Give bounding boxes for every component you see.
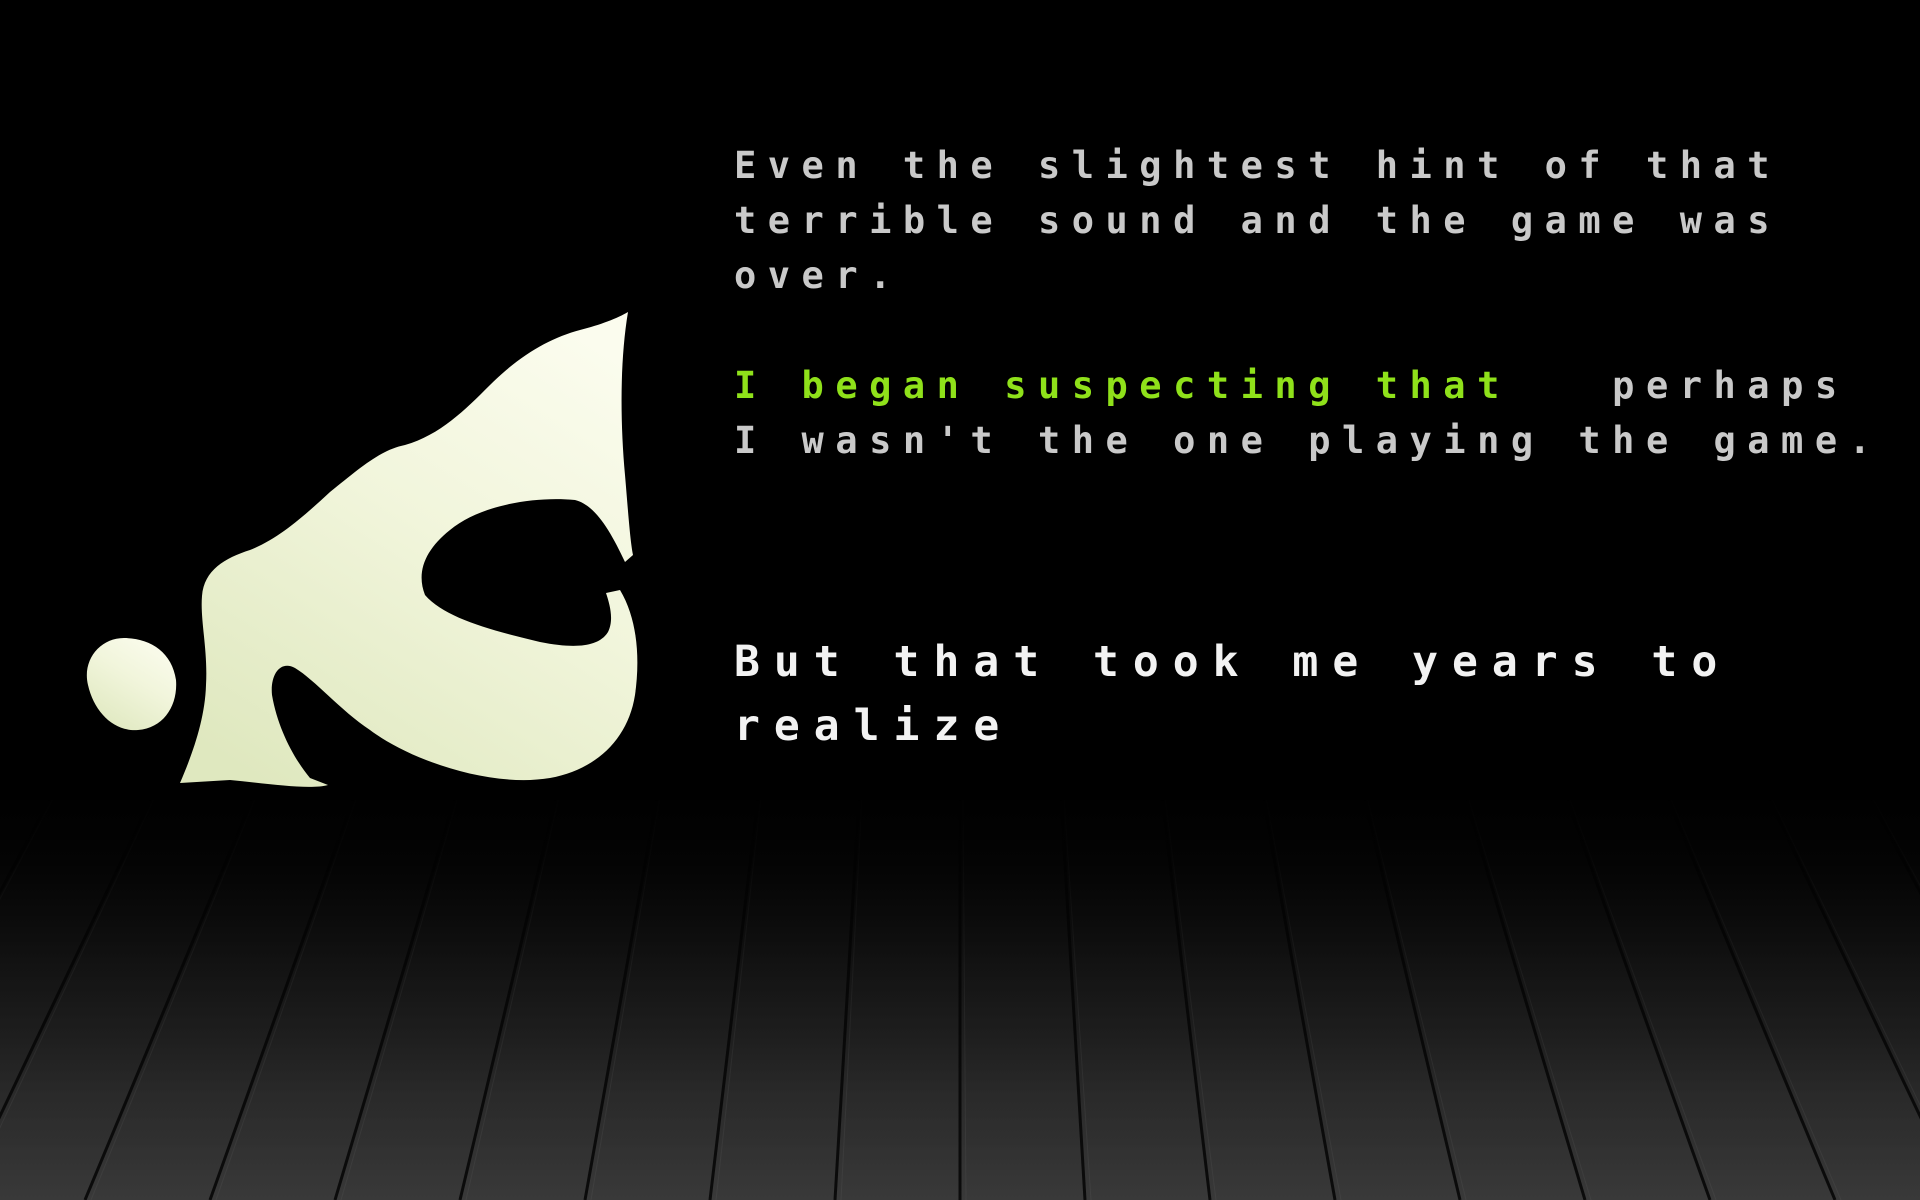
glyph-body [180, 312, 638, 787]
game-scene: Even the slightest hint of that terrible… [0, 0, 1920, 1200]
narration-paragraph-3: But that took me years to realize [734, 637, 1772, 751]
glowing-glyph-icon [86, 312, 638, 787]
glyph-dot [86, 638, 177, 731]
narration-paragraph-1: Even the slightest hint of that terrible… [734, 144, 1815, 297]
narration-paragraph-2: I began suspecting that perhaps I wasn't… [734, 358, 1894, 468]
highlighted-phrase: I began suspecting that [734, 364, 1511, 407]
